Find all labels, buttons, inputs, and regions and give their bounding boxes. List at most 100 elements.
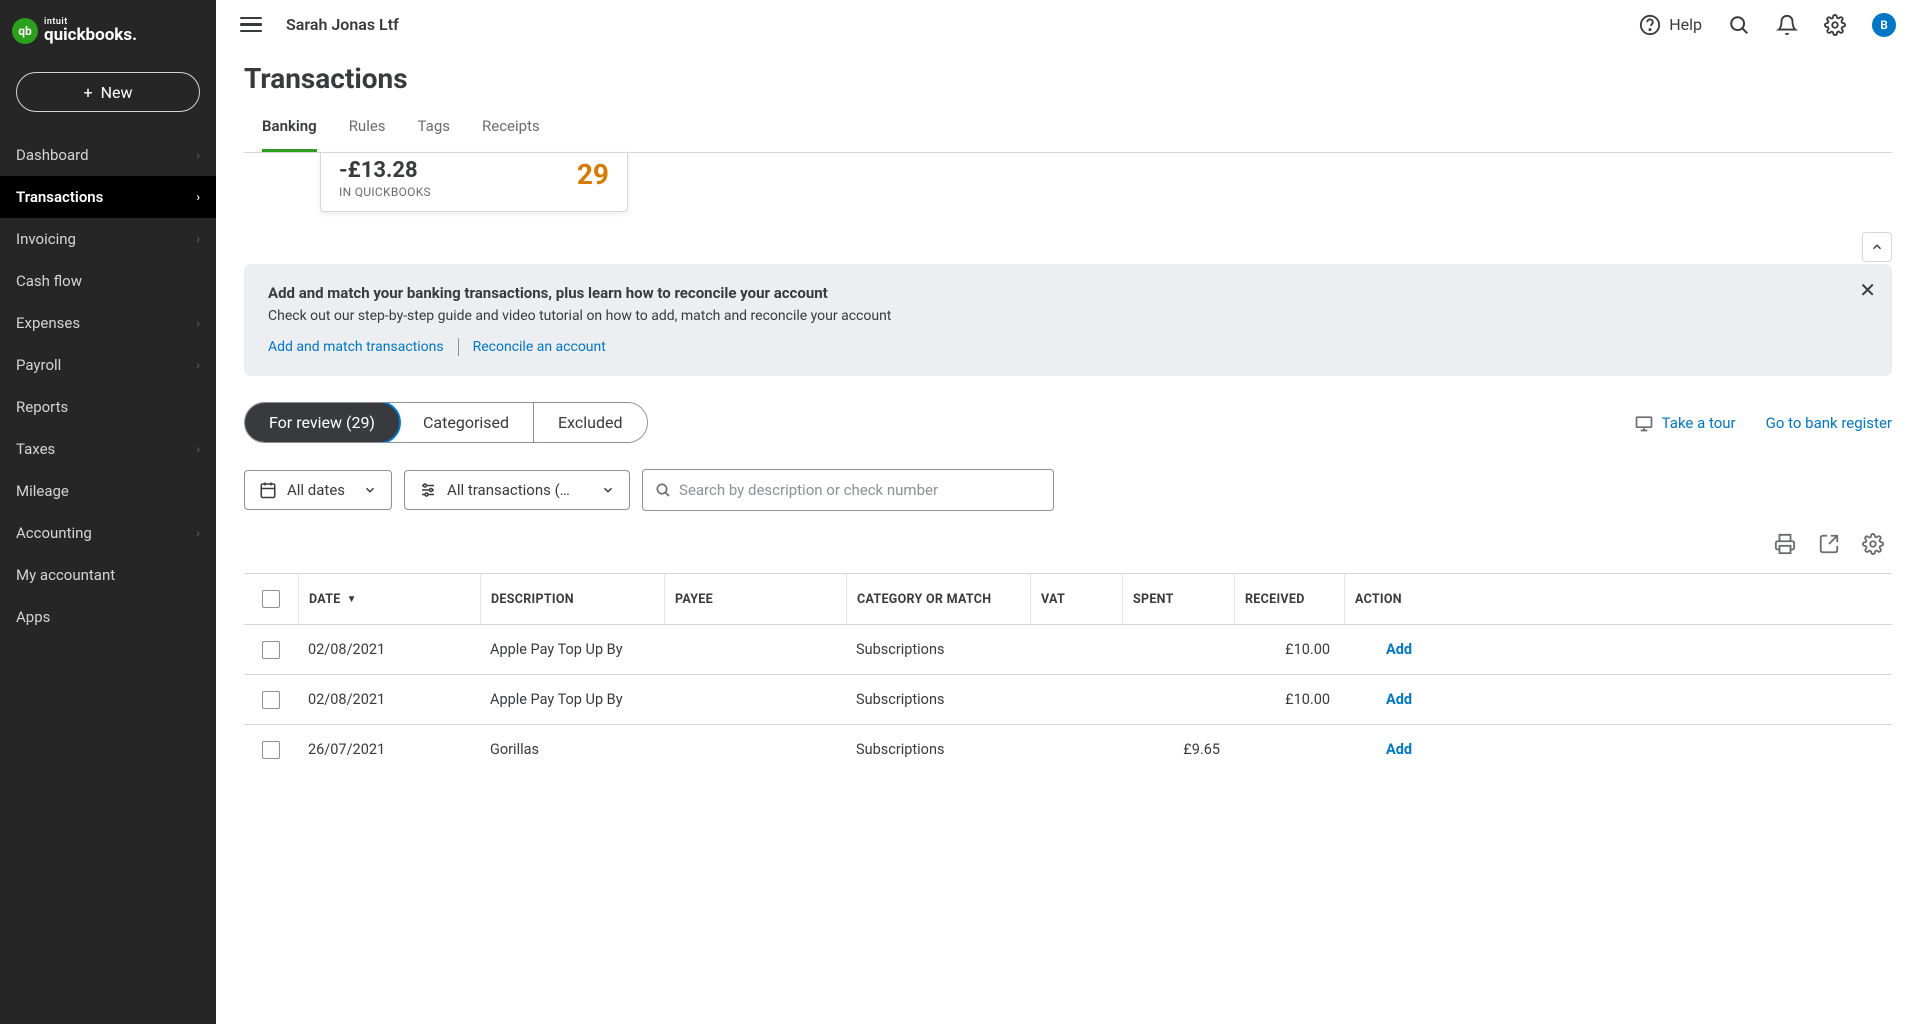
segment-control: For review (29) Categorised Excluded bbox=[244, 402, 648, 443]
th-date[interactable]: DATE▼ bbox=[298, 574, 480, 624]
cell-spent: £9.65 bbox=[1122, 741, 1234, 758]
topbar: Sarah Jonas Ltf Help B bbox=[216, 0, 1920, 50]
sidebar-item-label: Invoicing bbox=[16, 230, 76, 248]
new-button-label: New bbox=[101, 83, 133, 102]
tab-receipts[interactable]: Receipts bbox=[482, 113, 540, 152]
tab-banking[interactable]: Banking bbox=[262, 113, 317, 152]
brand-mark: qb bbox=[12, 18, 38, 44]
bank-sublabel: IN QUICKBOOKS bbox=[339, 185, 431, 199]
sidebar-item-label: Taxes bbox=[16, 440, 55, 458]
banner-link-add-match[interactable]: Add and match transactions bbox=[268, 339, 444, 355]
sidebar-item-label: Expenses bbox=[16, 314, 80, 332]
sidebar-item-taxes[interactable]: Taxes› bbox=[0, 428, 216, 470]
row-action-add[interactable]: Add bbox=[1344, 641, 1454, 658]
th-payee[interactable]: PAYEE bbox=[664, 574, 846, 624]
cell-date: 02/08/2021 bbox=[298, 641, 480, 658]
row-action-add[interactable]: Add bbox=[1344, 691, 1454, 708]
tab-tags[interactable]: Tags bbox=[418, 113, 450, 152]
avatar[interactable]: B bbox=[1872, 13, 1896, 37]
th-category[interactable]: CATEGORY OR MATCH bbox=[846, 574, 1030, 624]
bank-summary-card[interactable]: -£13.28 IN QUICKBOOKS 29 bbox=[320, 152, 628, 212]
tour-icon bbox=[1634, 413, 1654, 433]
chevron-up-icon bbox=[1870, 240, 1884, 254]
collapse-button[interactable] bbox=[1862, 232, 1892, 262]
search-icon[interactable] bbox=[1728, 14, 1750, 36]
export-icon[interactable] bbox=[1818, 533, 1840, 555]
banner-text: Check out our step-by-step guide and vid… bbox=[268, 308, 1868, 324]
cell-received: £10.00 bbox=[1234, 641, 1344, 658]
date-filter[interactable]: All dates bbox=[244, 470, 392, 510]
company-name: Sarah Jonas Ltf bbox=[286, 15, 399, 34]
cell-received: £10.00 bbox=[1234, 691, 1344, 708]
help-button[interactable]: Help bbox=[1639, 14, 1702, 36]
sliders-icon bbox=[419, 481, 437, 499]
transactions-filter[interactable]: All transactions (… bbox=[404, 470, 630, 510]
th-checkbox bbox=[244, 574, 298, 624]
sidebar-item-cash-flow[interactable]: Cash flow bbox=[0, 260, 216, 302]
sidebar-item-label: Transactions bbox=[16, 188, 103, 206]
sidebar-item-invoicing[interactable]: Invoicing › bbox=[0, 218, 216, 260]
row-checkbox[interactable] bbox=[262, 741, 280, 759]
settings-icon[interactable] bbox=[1824, 14, 1846, 36]
bank-count: 29 bbox=[577, 158, 609, 191]
sidebar-item-apps[interactable]: Apps bbox=[0, 596, 216, 638]
row-checkbox[interactable] bbox=[262, 641, 280, 659]
th-action: ACTION bbox=[1344, 574, 1454, 624]
table-row[interactable]: 02/08/2021Apple Pay Top Up BySubscriptio… bbox=[244, 674, 1892, 724]
new-button[interactable]: + New bbox=[16, 72, 200, 112]
table-row[interactable]: 26/07/2021GorillasSubscriptions£9.65Add bbox=[244, 724, 1892, 774]
sidebar-item-dashboard[interactable]: Dashboard› bbox=[0, 134, 216, 176]
chevron-right-icon: › bbox=[196, 232, 200, 246]
row-action-add[interactable]: Add bbox=[1344, 741, 1454, 758]
cell-category: Subscriptions bbox=[846, 691, 1030, 708]
notifications-icon[interactable] bbox=[1776, 14, 1798, 36]
main-area: Sarah Jonas Ltf Help B Transactions Bank… bbox=[216, 0, 1920, 1024]
search-box[interactable] bbox=[642, 469, 1054, 511]
close-icon[interactable]: ✕ bbox=[1859, 278, 1876, 302]
sidebar-item-payroll[interactable]: Payroll › bbox=[0, 344, 216, 386]
cell-description: Gorillas bbox=[480, 741, 664, 758]
plus-icon: + bbox=[84, 83, 93, 102]
hamburger-icon[interactable] bbox=[240, 17, 262, 33]
segment-for-review[interactable]: For review (29) bbox=[244, 402, 401, 443]
go-to-register-link[interactable]: Go to bank register bbox=[1766, 414, 1892, 432]
th-received[interactable]: RECEIVED bbox=[1234, 574, 1344, 624]
table-settings-icon[interactable] bbox=[1862, 533, 1884, 555]
segment-excluded[interactable]: Excluded bbox=[534, 403, 647, 442]
help-label: Help bbox=[1669, 15, 1702, 34]
tab-rules[interactable]: Rules bbox=[349, 113, 386, 152]
sidebar-item-label: Mileage bbox=[16, 482, 69, 500]
print-icon[interactable] bbox=[1774, 533, 1796, 555]
th-spent[interactable]: SPENT bbox=[1122, 574, 1234, 624]
banner-link-reconcile[interactable]: Reconcile an account bbox=[473, 339, 606, 355]
info-banner: Add and match your banking transactions,… bbox=[244, 264, 1892, 376]
sidebar-item-accounting[interactable]: Accounting› bbox=[0, 512, 216, 554]
sidebar-item-my-accountant[interactable]: My accountant bbox=[0, 554, 216, 596]
th-vat[interactable]: VAT bbox=[1030, 574, 1122, 624]
th-description[interactable]: DESCRIPTION bbox=[480, 574, 664, 624]
subtabs: Banking Rules Tags Receipts bbox=[244, 113, 1892, 153]
sidebar-item-mileage[interactable]: Mileage bbox=[0, 470, 216, 512]
sidebar-item-label: Payroll bbox=[16, 356, 61, 374]
bank-balance: -£13.28 bbox=[339, 158, 431, 183]
sidebar-item-label: My accountant bbox=[16, 566, 115, 584]
brand-logo: qb intuit quickbooks. bbox=[0, 0, 216, 54]
search-input[interactable] bbox=[679, 481, 1041, 499]
segment-categorised[interactable]: Categorised bbox=[399, 403, 534, 442]
sidebar-item-label: Apps bbox=[16, 608, 50, 626]
table-row[interactable]: 02/08/2021Apple Pay Top Up BySubscriptio… bbox=[244, 624, 1892, 674]
cell-description: Apple Pay Top Up By bbox=[480, 641, 664, 658]
row-checkbox[interactable] bbox=[262, 691, 280, 709]
sidebar-item-reports[interactable]: Reports bbox=[0, 386, 216, 428]
sort-desc-icon: ▼ bbox=[347, 594, 357, 605]
banner-title: Add and match your banking transactions,… bbox=[268, 284, 1868, 302]
take-tour-link[interactable]: Take a tour bbox=[1634, 413, 1736, 433]
transactions-table: DATE▼ DESCRIPTION PAYEE CATEGORY OR MATC… bbox=[244, 573, 1892, 774]
chevron-right-icon: › bbox=[196, 358, 200, 372]
calendar-icon bbox=[259, 481, 277, 499]
sidebar-item-expenses[interactable]: Expenses› bbox=[0, 302, 216, 344]
brand-title: quickbooks. bbox=[44, 27, 137, 44]
sidebar-item-transactions[interactable]: Transactions› bbox=[0, 176, 216, 218]
select-all-checkbox[interactable] bbox=[262, 590, 280, 608]
cell-date: 02/08/2021 bbox=[298, 691, 480, 708]
